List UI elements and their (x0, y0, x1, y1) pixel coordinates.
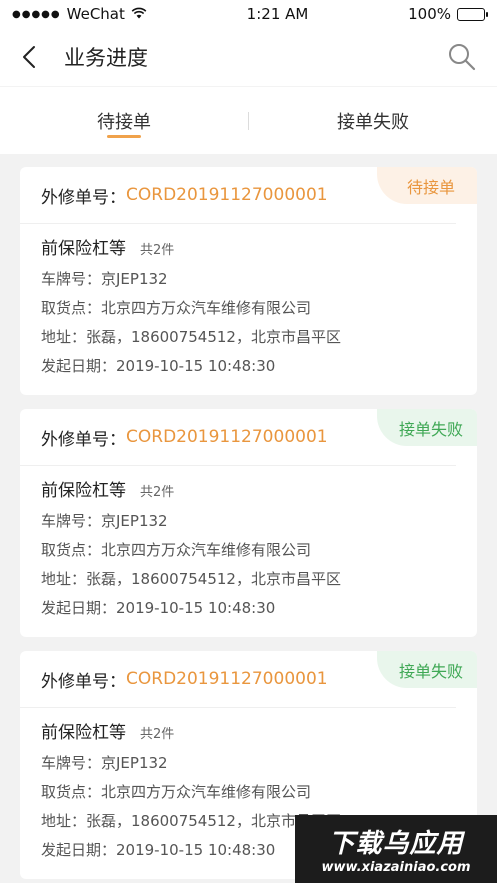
watermark-main: 下载乌应用 (328, 829, 464, 859)
part-row: 前保险杠等 共2件 (41, 718, 456, 748)
tab-failed[interactable]: 接单失败 (249, 87, 497, 154)
active-tab-indicator (107, 135, 141, 138)
order-number: CORD20191127000001 (126, 185, 328, 205)
plate-number: 车牌号：京JEP132 (41, 270, 168, 288)
start-date: 发起日期：2019-10-15 10:48:30 (41, 357, 276, 375)
plate-number: 车牌号：京JEP132 (41, 512, 168, 530)
watermark-logo: 下载乌应用 www.xiazainiao.com (295, 815, 497, 883)
order-card[interactable]: 待接单 外修单号： CORD20191127000001 前保险杠等 共2件 车… (20, 167, 477, 395)
wifi-icon (131, 7, 147, 22)
back-arrow-icon[interactable] (14, 42, 44, 72)
part-name: 前保险杠等 (41, 723, 126, 743)
search-icon[interactable] (447, 42, 477, 72)
tab-failed-label: 接单失败 (337, 111, 409, 133)
part-name: 前保险杠等 (41, 239, 126, 259)
status-tabs: 待接单 接单失败 (0, 86, 497, 154)
order-card[interactable]: 接单失败 外修单号： CORD20191127000001 前保险杠等 共2件 … (20, 409, 477, 637)
plate-number: 车牌号：京JEP132 (41, 754, 168, 772)
part-count: 共2件 (140, 727, 175, 742)
part-row: 前保险杠等 共2件 (41, 476, 456, 506)
order-list: 待接单 外修单号： CORD20191127000001 前保险杠等 共2件 车… (0, 154, 497, 879)
signal-icon: ●●●●● (12, 8, 61, 20)
pickup-point: 取货点：北京四方万众汽车维修有限公司 (41, 783, 312, 801)
status-right: 100% (408, 5, 488, 23)
order-number-label: 外修单号： (41, 671, 126, 692)
tab-pending[interactable]: 待接单 (0, 87, 248, 154)
battery-icon (457, 7, 488, 21)
start-date: 发起日期：2019-10-15 10:48:30 (41, 599, 276, 617)
pickup-point: 取货点：北京四方万众汽车维修有限公司 (41, 541, 312, 559)
order-number: CORD20191127000001 (126, 669, 328, 689)
part-count: 共2件 (140, 485, 175, 500)
status-badge: 待接单 (377, 167, 477, 204)
order-number-label: 外修单号： (41, 187, 126, 208)
battery-percent: 100% (408, 5, 451, 23)
watermark-url: www.xiazainiao.com (321, 860, 471, 875)
part-row: 前保险杠等 共2件 (41, 234, 456, 264)
order-number-label: 外修单号： (41, 429, 126, 450)
part-name: 前保险杠等 (41, 481, 126, 501)
part-count: 共2件 (140, 243, 175, 258)
status-bar: ●●●●● WeChat 1:21 AM 100% (0, 0, 497, 28)
address: 地址：张磊，18600754512，北京市昌平区 (41, 328, 341, 346)
status-badge: 接单失败 (377, 409, 477, 446)
carrier-label: WeChat (66, 5, 125, 23)
card-body: 前保险杠等 共2件 车牌号：京JEP132 取货点：北京四方万众汽车维修有限公司… (20, 466, 477, 622)
status-time: 1:21 AM (246, 5, 309, 23)
status-badge: 接单失败 (377, 651, 477, 688)
order-number: CORD20191127000001 (126, 427, 328, 447)
page-title: 业务进度 (64, 46, 148, 70)
tab-pending-label: 待接单 (97, 111, 151, 133)
pickup-point: 取货点：北京四方万众汽车维修有限公司 (41, 299, 312, 317)
address: 地址：张磊，18600754512，北京市昌平区 (41, 570, 341, 588)
card-body: 前保险杠等 共2件 车牌号：京JEP132 取货点：北京四方万众汽车维修有限公司… (20, 224, 477, 380)
status-left: ●●●●● WeChat (12, 5, 147, 23)
nav-bar: 业务进度 (0, 28, 497, 86)
